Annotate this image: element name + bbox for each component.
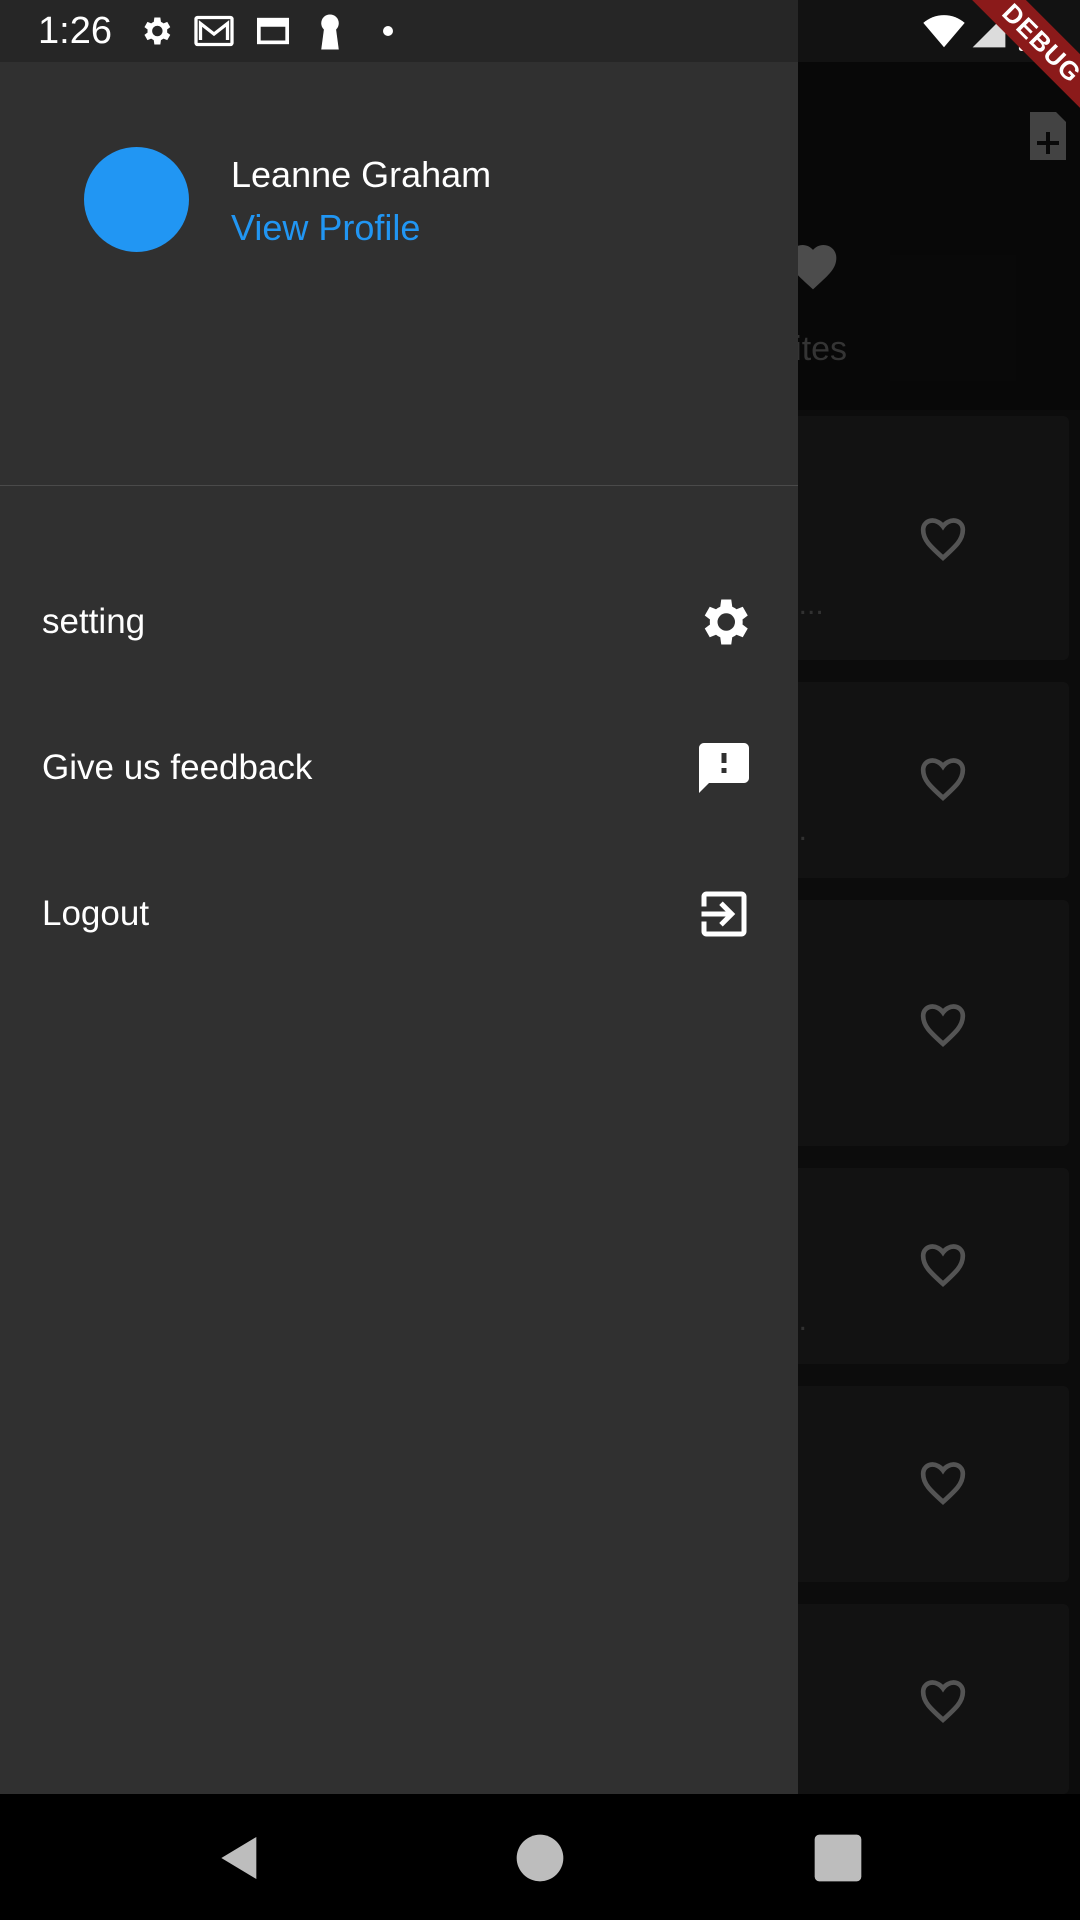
avatar[interactable] bbox=[84, 147, 189, 252]
menu-item-setting[interactable]: setting bbox=[0, 562, 798, 682]
gear-icon bbox=[704, 599, 748, 645]
menu-item-logout[interactable]: Logout bbox=[0, 854, 798, 974]
user-name: Leanne Graham bbox=[231, 154, 492, 195]
wifi-icon bbox=[923, 15, 965, 48]
keyhole-icon bbox=[321, 14, 339, 50]
menu-item-label: Give us feedback bbox=[42, 748, 313, 787]
back-icon[interactable] bbox=[212, 1830, 268, 1886]
status-bar: 1:26 bbox=[0, 0, 1080, 62]
system-nav-bar bbox=[0, 1794, 1080, 1920]
feedback-icon bbox=[699, 743, 749, 793]
navigation-drawer: Leanne Graham View Profile setting Give … bbox=[0, 62, 798, 1794]
recents-icon[interactable] bbox=[810, 1830, 866, 1886]
menu-item-label: setting bbox=[42, 602, 146, 641]
gear-icon bbox=[144, 17, 171, 45]
logout-icon bbox=[701, 891, 747, 937]
menu-item-label: Logout bbox=[42, 894, 150, 933]
gmail-icon bbox=[194, 15, 234, 47]
window-icon bbox=[256, 17, 290, 45]
home-icon[interactable] bbox=[512, 1830, 568, 1886]
menu-item-feedback[interactable]: Give us feedback bbox=[0, 708, 798, 828]
status-bar-left bbox=[0, 0, 798, 62]
status-time: 1:26 bbox=[38, 10, 112, 52]
view-profile-link[interactable]: View Profile bbox=[231, 207, 420, 249]
drawer-divider bbox=[0, 485, 798, 486]
dot-icon bbox=[383, 26, 393, 36]
